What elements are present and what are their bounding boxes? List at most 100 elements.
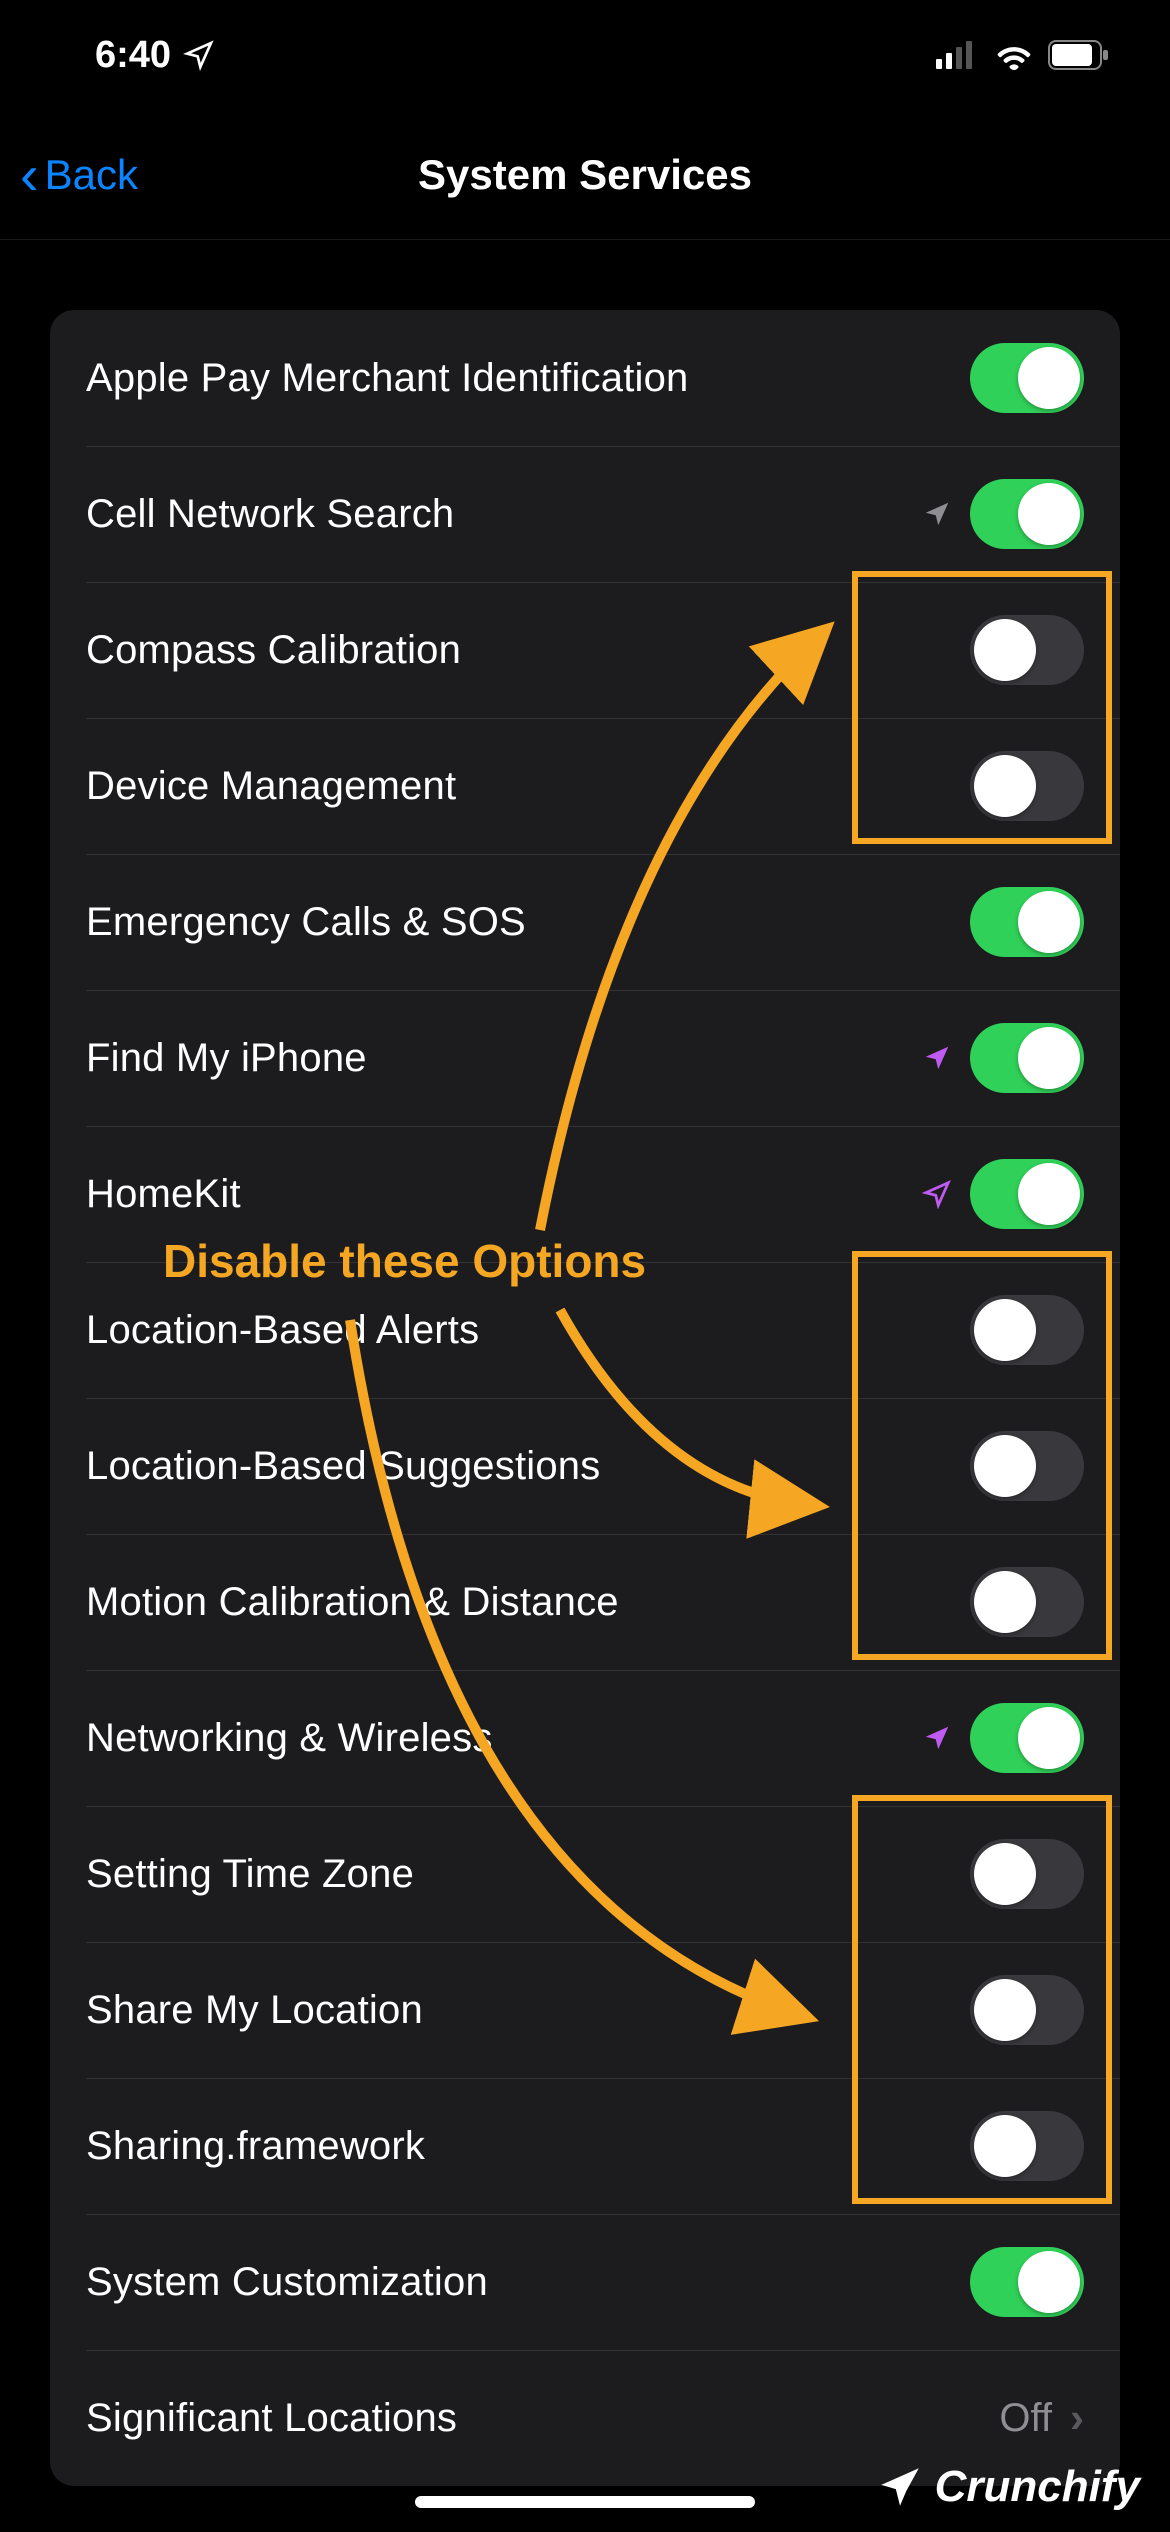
toggle-switch[interactable] [970, 1159, 1084, 1229]
row-label: Sharing.framework [86, 2124, 425, 2169]
row-accessory [922, 479, 1084, 549]
toggle-knob [974, 1299, 1036, 1361]
cellular-icon [936, 41, 980, 69]
settings-row[interactable]: Device Management [50, 718, 1120, 854]
row-accessory [970, 615, 1084, 685]
status-time: 6:40 [95, 34, 171, 77]
settings-row[interactable]: Location-Based Alerts [50, 1262, 1120, 1398]
settings-row[interactable]: System Customization [50, 2214, 1120, 2350]
row-label: Emergency Calls & SOS [86, 900, 526, 945]
toggle-knob [1018, 483, 1080, 545]
toggle-knob [974, 1435, 1036, 1497]
row-accessory [970, 887, 1084, 957]
watermark-icon [875, 2462, 925, 2512]
toggle-switch[interactable] [970, 1567, 1084, 1637]
row-accessory: Off › [999, 2394, 1084, 2442]
toggle-knob [1018, 2251, 1080, 2313]
location-arrow-icon [183, 39, 215, 71]
settings-row[interactable]: Compass Calibration [50, 582, 1120, 718]
toggle-switch[interactable] [970, 1431, 1084, 1501]
settings-row[interactable]: Apple Pay Merchant Identification [50, 310, 1120, 446]
toggle-knob [1018, 1163, 1080, 1225]
row-value: Off [999, 2396, 1052, 2441]
page-title: System Services [0, 151, 1170, 199]
watermark-text: Crunchify [935, 2462, 1140, 2512]
battery-icon [1048, 40, 1110, 70]
toggle-knob [974, 619, 1036, 681]
row-label: Cell Network Search [86, 492, 454, 537]
back-label: Back [45, 151, 138, 199]
status-right [936, 40, 1110, 70]
toggle-switch[interactable] [970, 1975, 1084, 2045]
back-button[interactable]: ‹ Back [20, 147, 138, 203]
settings-row[interactable]: Find My iPhone [50, 990, 1120, 1126]
location-indicator-icon [922, 1723, 952, 1753]
toggle-knob [1018, 1707, 1080, 1769]
row-accessory [922, 1023, 1084, 1093]
row-accessory [970, 2111, 1084, 2181]
row-label: Compass Calibration [86, 628, 461, 673]
toggle-knob [974, 1979, 1036, 2041]
row-label: Find My iPhone [86, 1036, 367, 1081]
toggle-knob [1018, 347, 1080, 409]
row-accessory [970, 1839, 1084, 1909]
toggle-switch[interactable] [970, 479, 1084, 549]
row-label: Apple Pay Merchant Identification [86, 356, 689, 401]
location-indicator-icon [922, 1179, 952, 1209]
toggle-switch[interactable] [970, 2111, 1084, 2181]
row-accessory [970, 1975, 1084, 2045]
row-label: Location-Based Suggestions [86, 1444, 600, 1489]
toggle-switch[interactable] [970, 1839, 1084, 1909]
toggle-knob [974, 1571, 1036, 1633]
toggle-switch[interactable] [970, 1023, 1084, 1093]
row-label: Location-Based Alerts [86, 1308, 479, 1353]
navigation-bar: ‹ Back System Services [0, 110, 1170, 240]
toggle-switch[interactable] [970, 751, 1084, 821]
row-label: Networking & Wireless [86, 1716, 493, 1761]
row-label: Setting Time Zone [86, 1852, 414, 1897]
status-left: 6:40 [95, 34, 215, 77]
watermark: Crunchify [875, 2462, 1140, 2512]
toggle-switch[interactable] [970, 343, 1084, 413]
settings-row[interactable]: Networking & Wireless [50, 1670, 1120, 1806]
settings-row[interactable]: HomeKit [50, 1126, 1120, 1262]
toggle-switch[interactable] [970, 1703, 1084, 1773]
row-label: HomeKit [86, 1172, 241, 1217]
row-label: Motion Calibration & Distance [86, 1580, 619, 1625]
settings-row[interactable]: Cell Network Search [50, 446, 1120, 582]
toggle-knob [974, 1843, 1036, 1905]
settings-row[interactable]: Motion Calibration & Distance [50, 1534, 1120, 1670]
toggle-knob [1018, 1027, 1080, 1089]
row-accessory [970, 343, 1084, 413]
row-label: Significant Locations [86, 2396, 457, 2441]
row-accessory [922, 1703, 1084, 1773]
settings-row[interactable]: Setting Time Zone [50, 1806, 1120, 1942]
wifi-icon [994, 40, 1034, 70]
row-label: Device Management [86, 764, 456, 809]
row-label: Share My Location [86, 1988, 423, 2033]
row-accessory [970, 1431, 1084, 1501]
location-indicator-icon [922, 499, 952, 529]
toggle-switch[interactable] [970, 887, 1084, 957]
content-area: Apple Pay Merchant Identification Cell N… [0, 240, 1170, 2486]
location-indicator-icon [922, 1043, 952, 1073]
settings-row[interactable]: Sharing.framework [50, 2078, 1120, 2214]
row-accessory [970, 1295, 1084, 1365]
row-accessory [970, 2247, 1084, 2317]
toggle-knob [974, 755, 1036, 817]
toggle-knob [974, 2115, 1036, 2177]
settings-row[interactable]: Location-Based Suggestions [50, 1398, 1120, 1534]
row-accessory [970, 751, 1084, 821]
toggle-switch[interactable] [970, 2247, 1084, 2317]
home-indicator [415, 2496, 755, 2508]
settings-group: Apple Pay Merchant Identification Cell N… [50, 310, 1120, 2486]
status-bar: 6:40 [0, 0, 1170, 110]
chevron-right-icon: › [1070, 2394, 1084, 2442]
settings-row[interactable]: Emergency Calls & SOS [50, 854, 1120, 990]
row-label: System Customization [86, 2260, 488, 2305]
chevron-left-icon: ‹ [20, 147, 39, 203]
toggle-knob [1018, 891, 1080, 953]
toggle-switch[interactable] [970, 1295, 1084, 1365]
settings-row[interactable]: Share My Location [50, 1942, 1120, 2078]
toggle-switch[interactable] [970, 615, 1084, 685]
